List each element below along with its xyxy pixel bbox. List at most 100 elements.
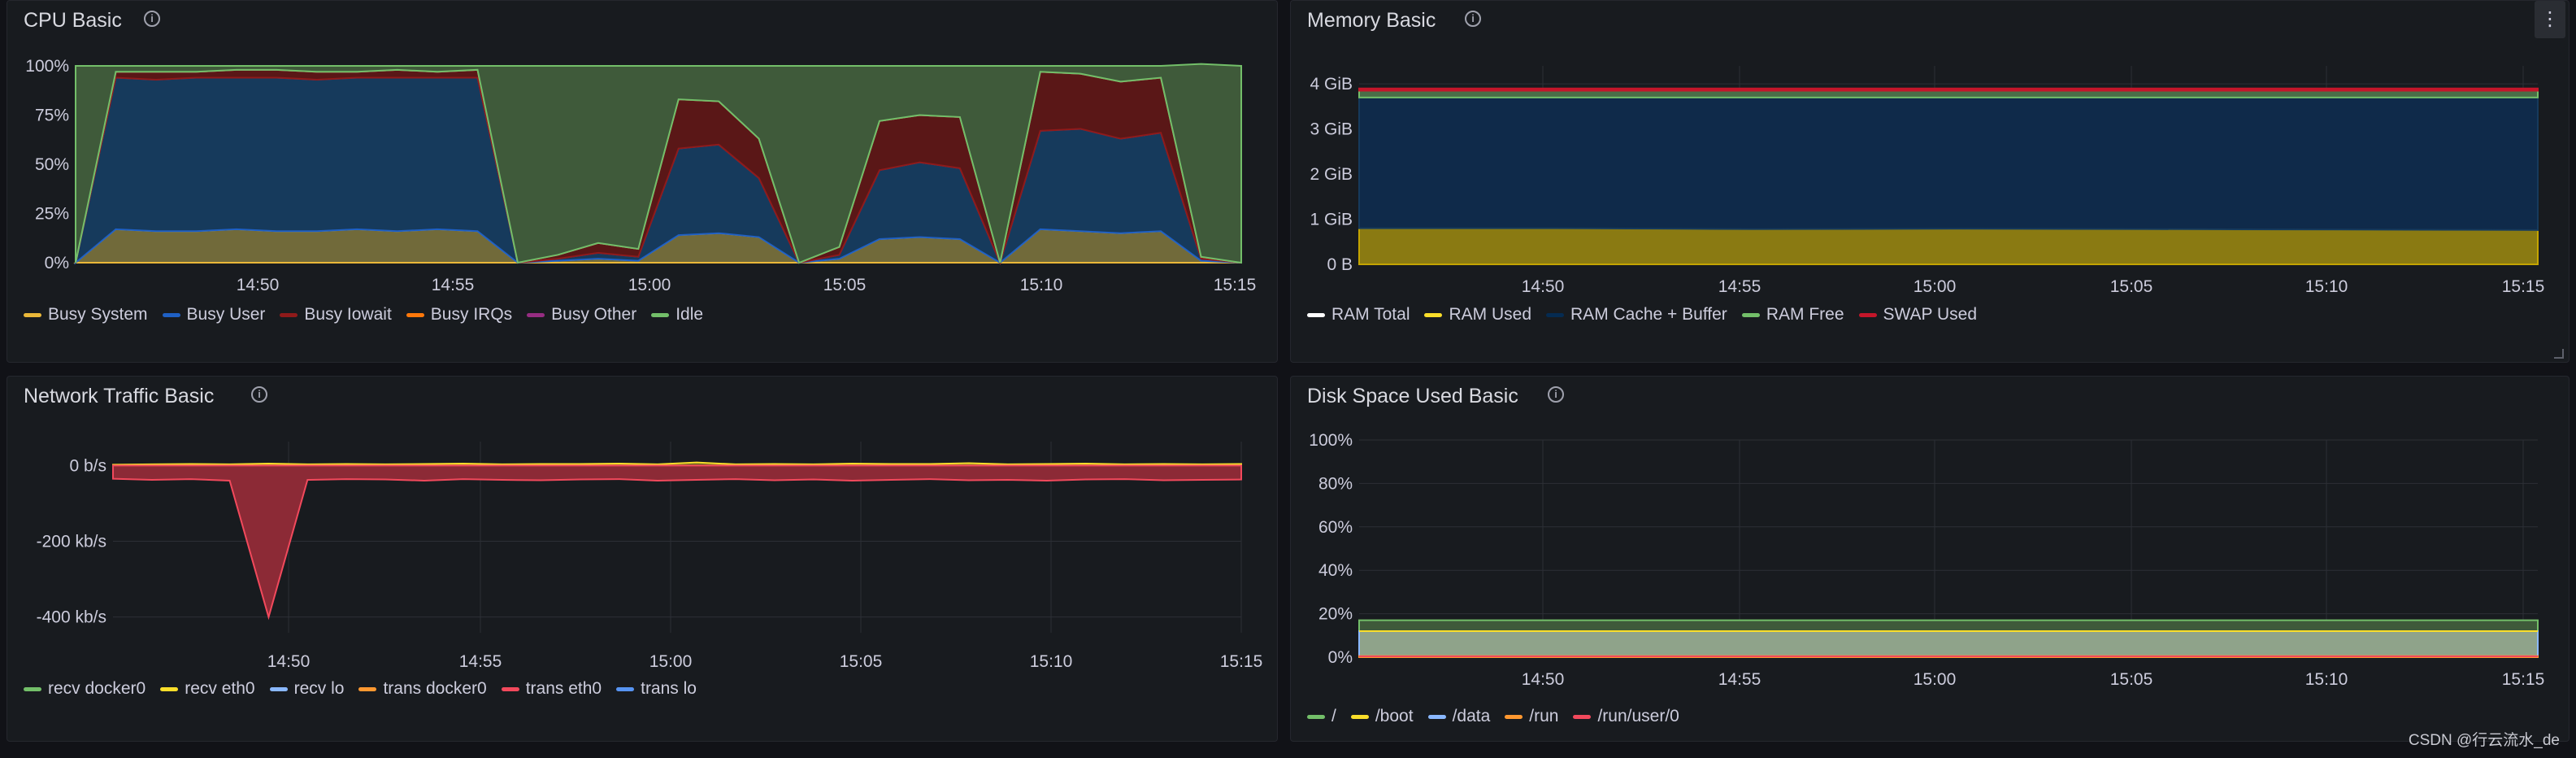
legend-item[interactable]: trans lo (616, 679, 697, 699)
disk-panel: Disk Space Used Basic i 100% 80% 60% 40% 20%… (1290, 376, 2569, 742)
legend-item[interactable]: RAM Cache + Buffer (1546, 305, 1727, 325)
legend-swatch (527, 312, 545, 317)
legend-item[interactable]: / (1307, 707, 1336, 726)
y-tick-label: 4 GiB (1310, 75, 1353, 94)
legend-swatch (501, 686, 519, 691)
resize-handle-icon[interactable] (2554, 349, 2564, 359)
x-tick-label: 15:10 (2305, 277, 2348, 296)
legend-label: / (1331, 707, 1336, 725)
legend-item[interactable]: /run/user/0 (1573, 707, 1679, 726)
legend-swatch (651, 312, 670, 317)
legend-label: trans lo (641, 679, 697, 698)
y-tick-label: -400 kb/s (37, 608, 106, 627)
legend-swatch (162, 312, 180, 317)
y-tick-label: 20% (1318, 605, 1353, 624)
x-tick-label: 14:50 (237, 276, 280, 294)
legend-item[interactable]: recv docker0 (24, 679, 146, 699)
x-tick-label: 14:55 (1718, 670, 1761, 689)
legend-item[interactable]: Busy Other (527, 305, 636, 325)
series-area (1358, 227, 2539, 265)
legend-label: SWAP Used (1883, 305, 1978, 324)
x-tick-label: 15:15 (1214, 276, 1257, 294)
legend-item[interactable]: Busy User (162, 305, 265, 325)
x-tick-label: 15:00 (1914, 670, 1957, 689)
legend-item[interactable]: /run (1505, 707, 1558, 726)
chart-legend: recv docker0 recv eth0 recv lo trans docker… (24, 679, 697, 699)
legend-item[interactable]: Busy Iowait (280, 305, 392, 325)
x-tick-label: 15:00 (628, 276, 671, 294)
y-tick-label: 0% (45, 254, 69, 272)
legend-item[interactable]: RAM Total (1307, 305, 1410, 325)
legend-swatch (1350, 714, 1369, 719)
y-tick-label: 3 GiB (1310, 120, 1353, 139)
memory-panel: Memory Basic i ⋮ 4 GiB 3 GiB 2 GiB 1 GiB 0 B… (1290, 0, 2569, 363)
legend-swatch (406, 312, 424, 317)
legend-item[interactable]: /data (1427, 707, 1491, 726)
legend-item[interactable]: RAM Free (1741, 305, 1844, 325)
legend-item[interactable]: Idle (651, 305, 703, 325)
x-tick-label: 14:55 (459, 652, 502, 671)
y-tick-label: 1 GiB (1310, 211, 1353, 229)
legend-label: recv docker0 (48, 679, 146, 698)
chart-legend: Busy System Busy User Busy Iowait Busy IRQs… (24, 305, 703, 325)
legend-label: RAM Free (1766, 305, 1844, 324)
legend-label: recv lo (293, 679, 345, 698)
x-tick-label: 15:15 (1220, 652, 1263, 671)
legend-swatch (1573, 714, 1592, 719)
legend-label: /run/user/0 (1597, 707, 1679, 725)
x-tick-label: 14:55 (432, 276, 475, 294)
chart-legend: / /boot/data/run/run/user/0 (1307, 707, 1679, 726)
legend-swatch (1307, 714, 1325, 719)
x-tick-label: 15:05 (2110, 277, 2153, 296)
legend-item[interactable]: /boot (1350, 707, 1414, 726)
legend-label: RAM Cache + Buffer (1570, 305, 1727, 324)
series-area (1358, 87, 2539, 92)
legend-item[interactable]: RAM Used (1424, 305, 1531, 325)
y-tick-label: 0% (1328, 648, 1353, 667)
cpu-panel: CPU Basic i 100% 75% 50% 25% 0% 14:50 14:55 15:… (7, 0, 1278, 363)
y-tick-label: 2 GiB (1310, 165, 1353, 184)
y-tick-label: 0 B (1327, 255, 1353, 274)
legend-swatch (269, 686, 288, 691)
legend-swatch (24, 686, 41, 691)
watermark: CSDN @行云流水_de (2408, 732, 2560, 749)
x-tick-label: 15:10 (1030, 652, 1073, 671)
legend-label: trans eth0 (525, 679, 602, 698)
y-tick-label: 100% (25, 57, 69, 76)
legend-label: RAM Total (1331, 305, 1410, 324)
legend-label: /run (1529, 707, 1559, 725)
x-tick-label: 15:05 (2110, 670, 2153, 689)
disk-chart[interactable]: 100% 80% 60% 40% 20% 0% 14:50 14:55 15:00 15:05 15… (1291, 377, 2570, 743)
legend-item[interactable]: Busy IRQs (406, 305, 512, 325)
series-area (1358, 629, 2539, 658)
legend-item[interactable]: recv lo (269, 679, 345, 699)
legend-label: Busy IRQs (430, 305, 513, 324)
y-tick-label: 40% (1318, 561, 1353, 580)
legend-swatch (1427, 714, 1446, 719)
legend-label: RAM Used (1449, 305, 1532, 324)
legend-item[interactable]: trans eth0 (501, 679, 602, 699)
legend-swatch (24, 312, 41, 317)
legend-item[interactable]: trans docker0 (358, 679, 487, 699)
legend-swatch (1424, 312, 1443, 317)
legend-label: Idle (675, 305, 704, 324)
network-panel: Network Traffic Basic i 0 b/s -200 kb/s -4… (7, 376, 1278, 742)
legend-item[interactable]: recv eth0 (160, 679, 255, 699)
x-tick-label: 15:15 (2502, 670, 2545, 689)
x-tick-label: 15:05 (823, 276, 867, 294)
legend-swatch (160, 686, 179, 691)
legend-label: trans docker0 (383, 679, 487, 698)
chart-legend: RAM Total RAM Used RAM Cache + Buffer RAM F… (1307, 305, 1977, 325)
legend-item[interactable]: Busy System (24, 305, 148, 325)
legend-swatch (1546, 312, 1565, 317)
legend-item[interactable]: SWAP Used (1858, 305, 1978, 325)
series-area (1358, 96, 2539, 231)
x-tick-label: 15:10 (1020, 276, 1063, 294)
y-tick-label: 50% (35, 155, 69, 174)
x-tick-label: 14:55 (1718, 277, 1761, 296)
legend-label: /data (1452, 707, 1491, 725)
x-tick-label: 15:10 (2305, 670, 2348, 689)
legend-swatch (358, 686, 377, 691)
legend-swatch (1741, 312, 1760, 317)
x-tick-label: 15:15 (2502, 277, 2545, 296)
